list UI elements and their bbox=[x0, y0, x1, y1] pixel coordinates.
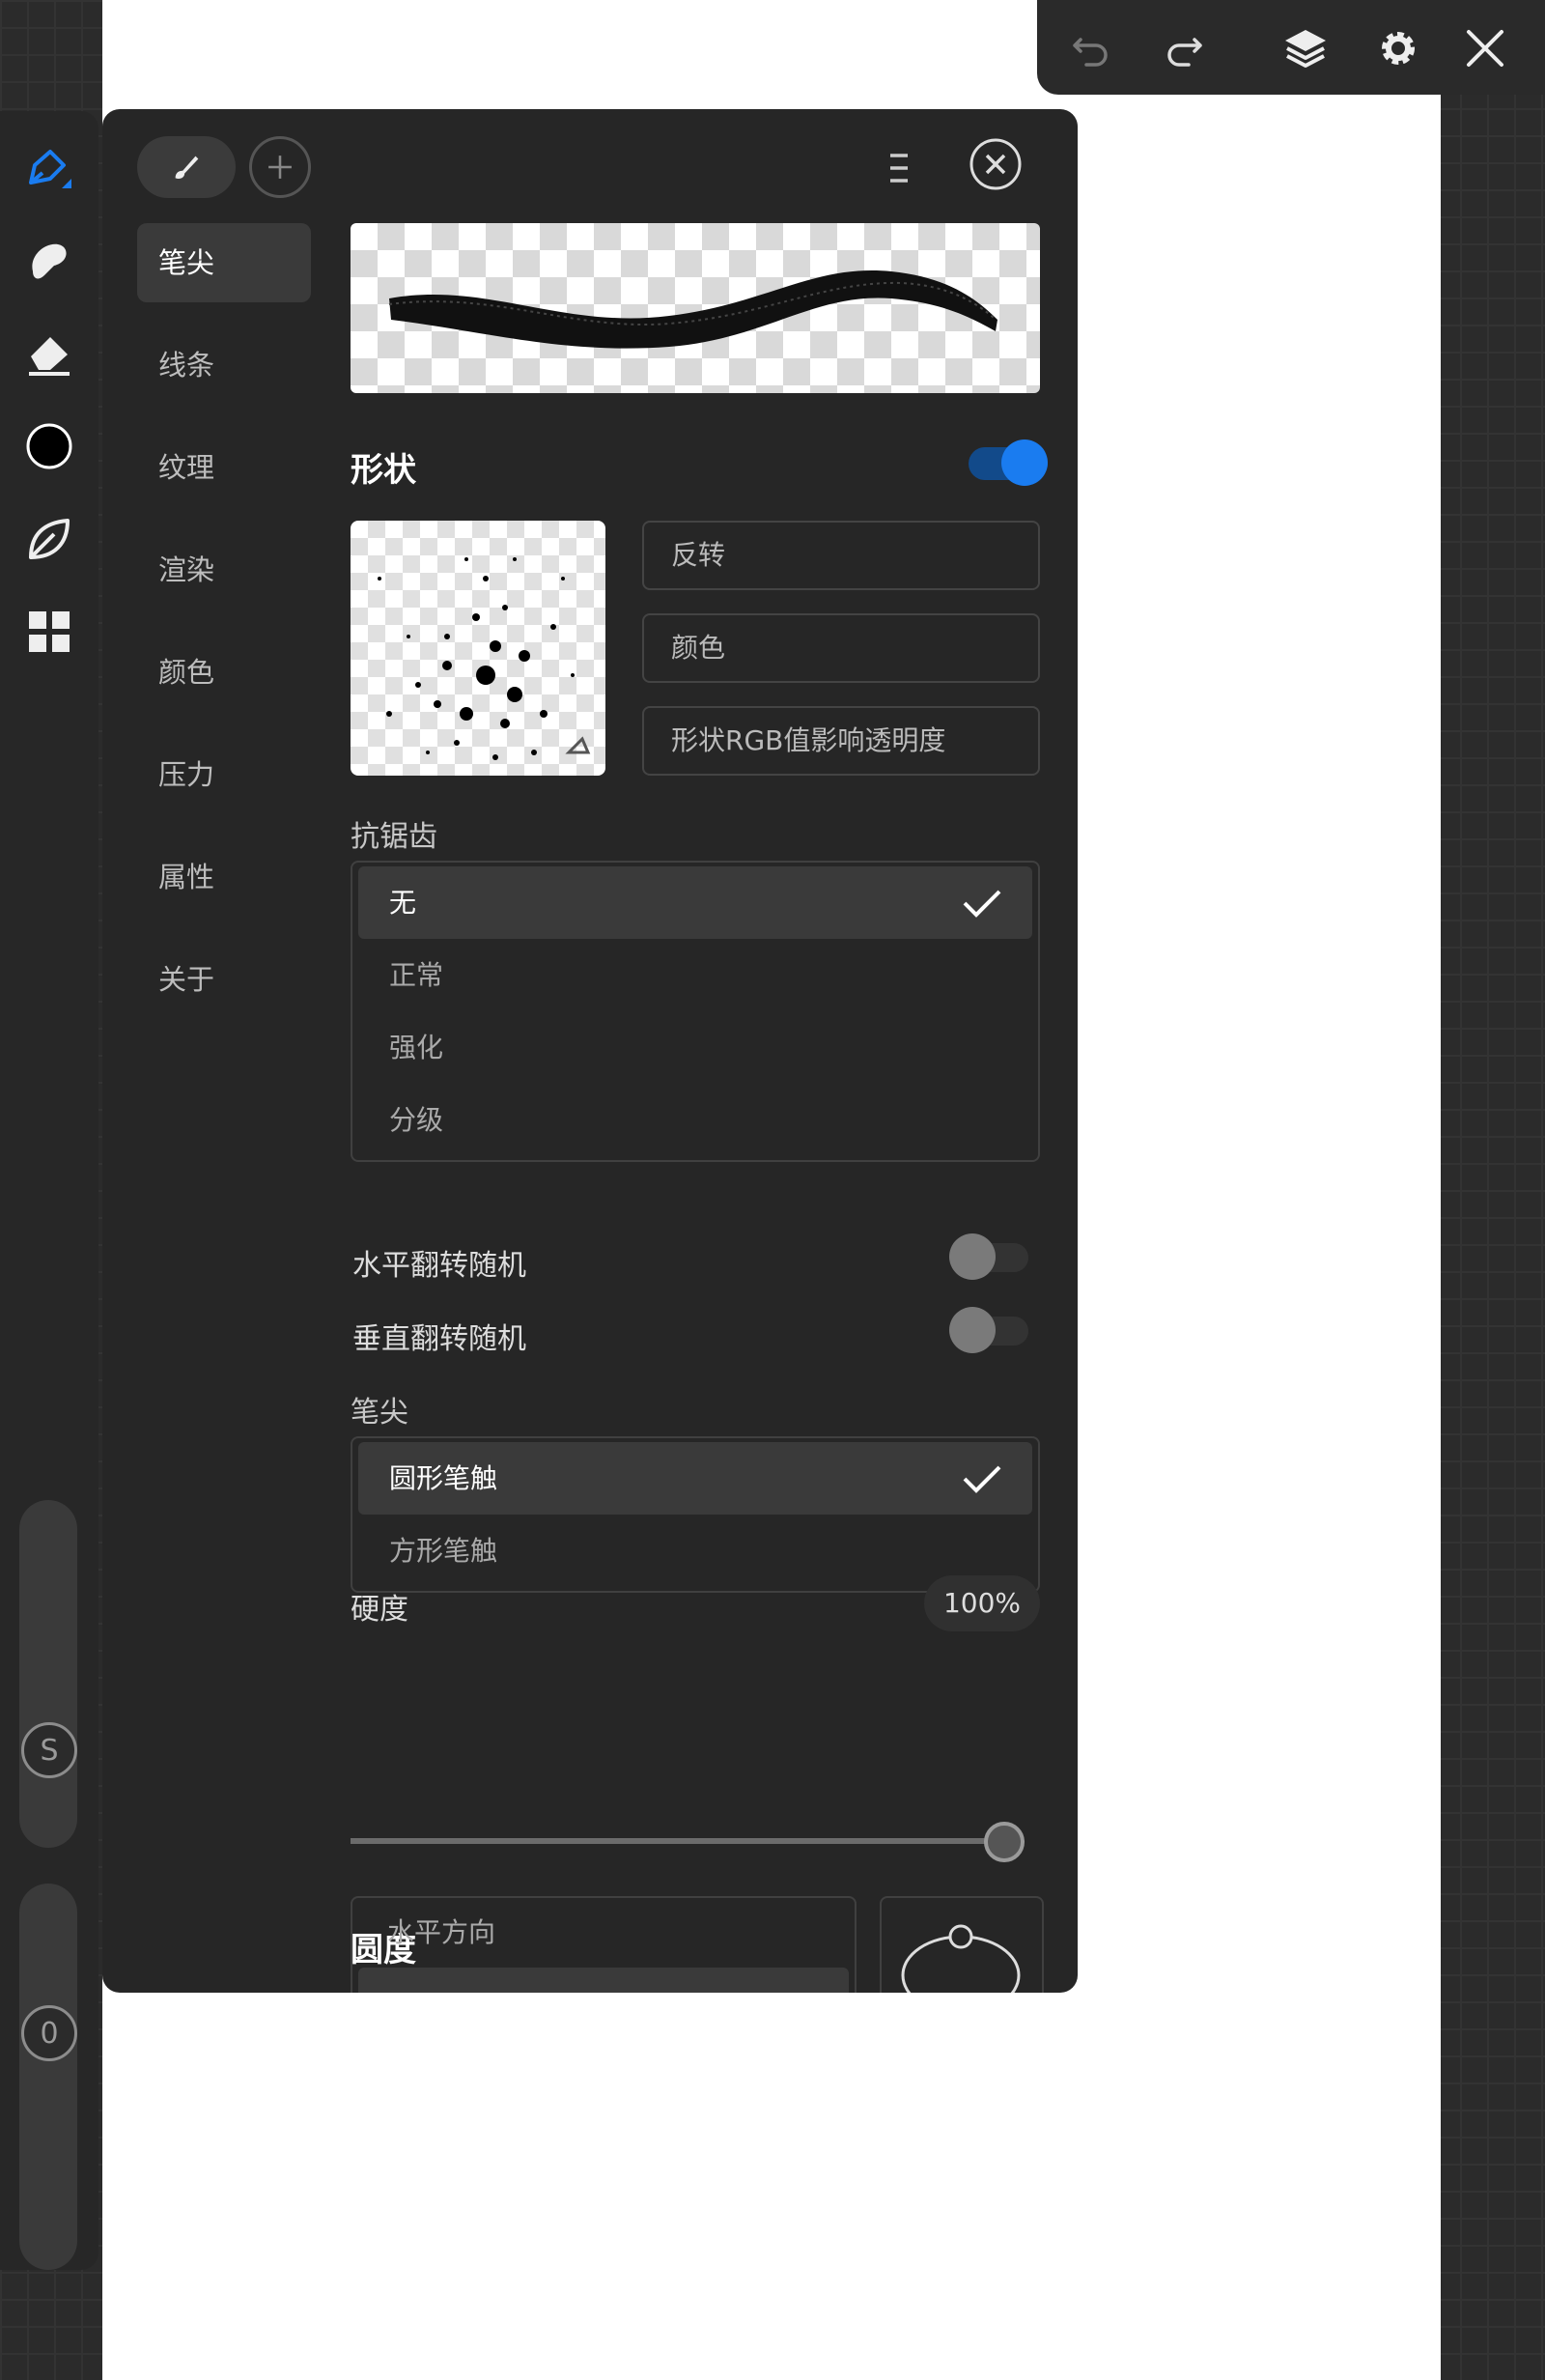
flip-v-label: 垂直翻转随机 bbox=[352, 1322, 526, 1356]
flip-h-toggle[interactable] bbox=[949, 1233, 1028, 1280]
eraser-icon[interactable] bbox=[23, 327, 75, 380]
antialias-option-normal[interactable]: 正常 bbox=[358, 939, 1032, 1011]
roundness-direction-horizontal[interactable]: 水平方向 bbox=[352, 1898, 855, 1968]
hardness-slider-track[interactable] bbox=[351, 1840, 1007, 1844]
tip-option-square[interactable]: 方形笔触 bbox=[358, 1515, 1032, 1587]
layers-icon[interactable] bbox=[1278, 21, 1333, 75]
nav-item-texture[interactable]: 纹理 bbox=[137, 428, 311, 507]
invert-option-button[interactable]: 反转 bbox=[642, 521, 1040, 590]
plus-icon bbox=[268, 156, 292, 179]
brush-stroke-preview bbox=[351, 223, 1040, 393]
panel-close-icon[interactable] bbox=[968, 136, 1024, 192]
brush-icon[interactable] bbox=[23, 142, 75, 194]
left-toolbar: S 0 bbox=[0, 111, 98, 2270]
grid-icon[interactable] bbox=[23, 606, 75, 658]
nav-item-render[interactable]: 渲染 bbox=[137, 530, 311, 609]
undo-icon[interactable] bbox=[1064, 21, 1118, 75]
settings-icon[interactable] bbox=[1371, 21, 1425, 75]
hardness-value[interactable]: 100% bbox=[924, 1575, 1040, 1631]
tip-list: 圆形笔触 方形笔触 bbox=[351, 1436, 1040, 1593]
smudge-icon[interactable] bbox=[23, 235, 75, 287]
antialias-option-graded[interactable]: 分级 bbox=[358, 1084, 1032, 1156]
tip-option-round[interactable]: 圆形笔触 bbox=[358, 1442, 1032, 1515]
color-icon[interactable] bbox=[23, 420, 75, 472]
roundness-ellipse-icon bbox=[901, 1924, 1021, 1993]
nav-item-color[interactable]: 颜色 bbox=[137, 633, 311, 712]
check-icon bbox=[963, 890, 1001, 918]
opacity-slider[interactable]: 0 bbox=[19, 1884, 77, 2270]
roundness-preview[interactable] bbox=[880, 1896, 1044, 1993]
settings-nav: 笔尖 线条 纹理 渲染 颜色 压力 属性 关于 bbox=[137, 223, 311, 1042]
menu-icon[interactable] bbox=[875, 144, 923, 192]
tip-label: 笔尖 bbox=[351, 1396, 408, 1430]
nav-item-about[interactable]: 关于 bbox=[137, 940, 311, 1019]
redo-icon[interactable] bbox=[1157, 21, 1211, 75]
flip-h-label: 水平翻转随机 bbox=[352, 1249, 526, 1283]
color-option-button[interactable]: 颜色 bbox=[642, 613, 1040, 683]
leaf-icon[interactable] bbox=[23, 513, 75, 565]
antialias-list: 无 正常 强化 分级 bbox=[351, 861, 1040, 1162]
shape-toggle[interactable] bbox=[969, 439, 1048, 486]
size-slider-knob[interactable]: S bbox=[21, 1722, 77, 1778]
opacity-slider-knob[interactable]: 0 bbox=[21, 2005, 77, 2061]
flip-v-toggle[interactable] bbox=[949, 1307, 1028, 1353]
hardness-label: 硬度 bbox=[351, 1593, 408, 1627]
add-brush-button[interactable] bbox=[249, 136, 311, 198]
nav-item-stroke[interactable]: 线条 bbox=[137, 326, 311, 405]
antialias-option-strong[interactable]: 强化 bbox=[358, 1011, 1032, 1084]
rgb-opacity-option-button[interactable]: 形状RGB值影响透明度 bbox=[642, 706, 1040, 776]
shape-thumbnail[interactable] bbox=[351, 521, 605, 776]
brush-tab-icon bbox=[175, 156, 199, 180]
hardness-slider-handle[interactable] bbox=[984, 1822, 1025, 1862]
roundness-direction-list: 水平方向 bbox=[351, 1896, 857, 1993]
brush-tab-button[interactable] bbox=[137, 136, 236, 198]
antialias-label: 抗锯齿 bbox=[351, 820, 437, 854]
size-slider[interactable]: S bbox=[19, 1500, 77, 1848]
check-icon bbox=[963, 1465, 1001, 1493]
top-toolbar bbox=[1037, 0, 1545, 95]
antialias-option-none[interactable]: 无 bbox=[358, 866, 1032, 939]
nav-item-pressure[interactable]: 压力 bbox=[137, 735, 311, 814]
nav-item-tip[interactable]: 笔尖 bbox=[137, 223, 311, 302]
settings-content: 形状 反转 颜色 形状RGB值影响透明度 抗锯齿 无 正常 强化 分级 水平翻转… bbox=[351, 223, 1048, 1993]
nav-item-properties[interactable]: 属性 bbox=[137, 837, 311, 917]
shape-title: 形状 bbox=[351, 451, 416, 490]
brush-settings-panel: 笔尖 线条 纹理 渲染 颜色 压力 属性 关于 形状 反转 颜色 形状RGB值影… bbox=[102, 109, 1078, 1993]
close-icon[interactable] bbox=[1458, 21, 1512, 75]
